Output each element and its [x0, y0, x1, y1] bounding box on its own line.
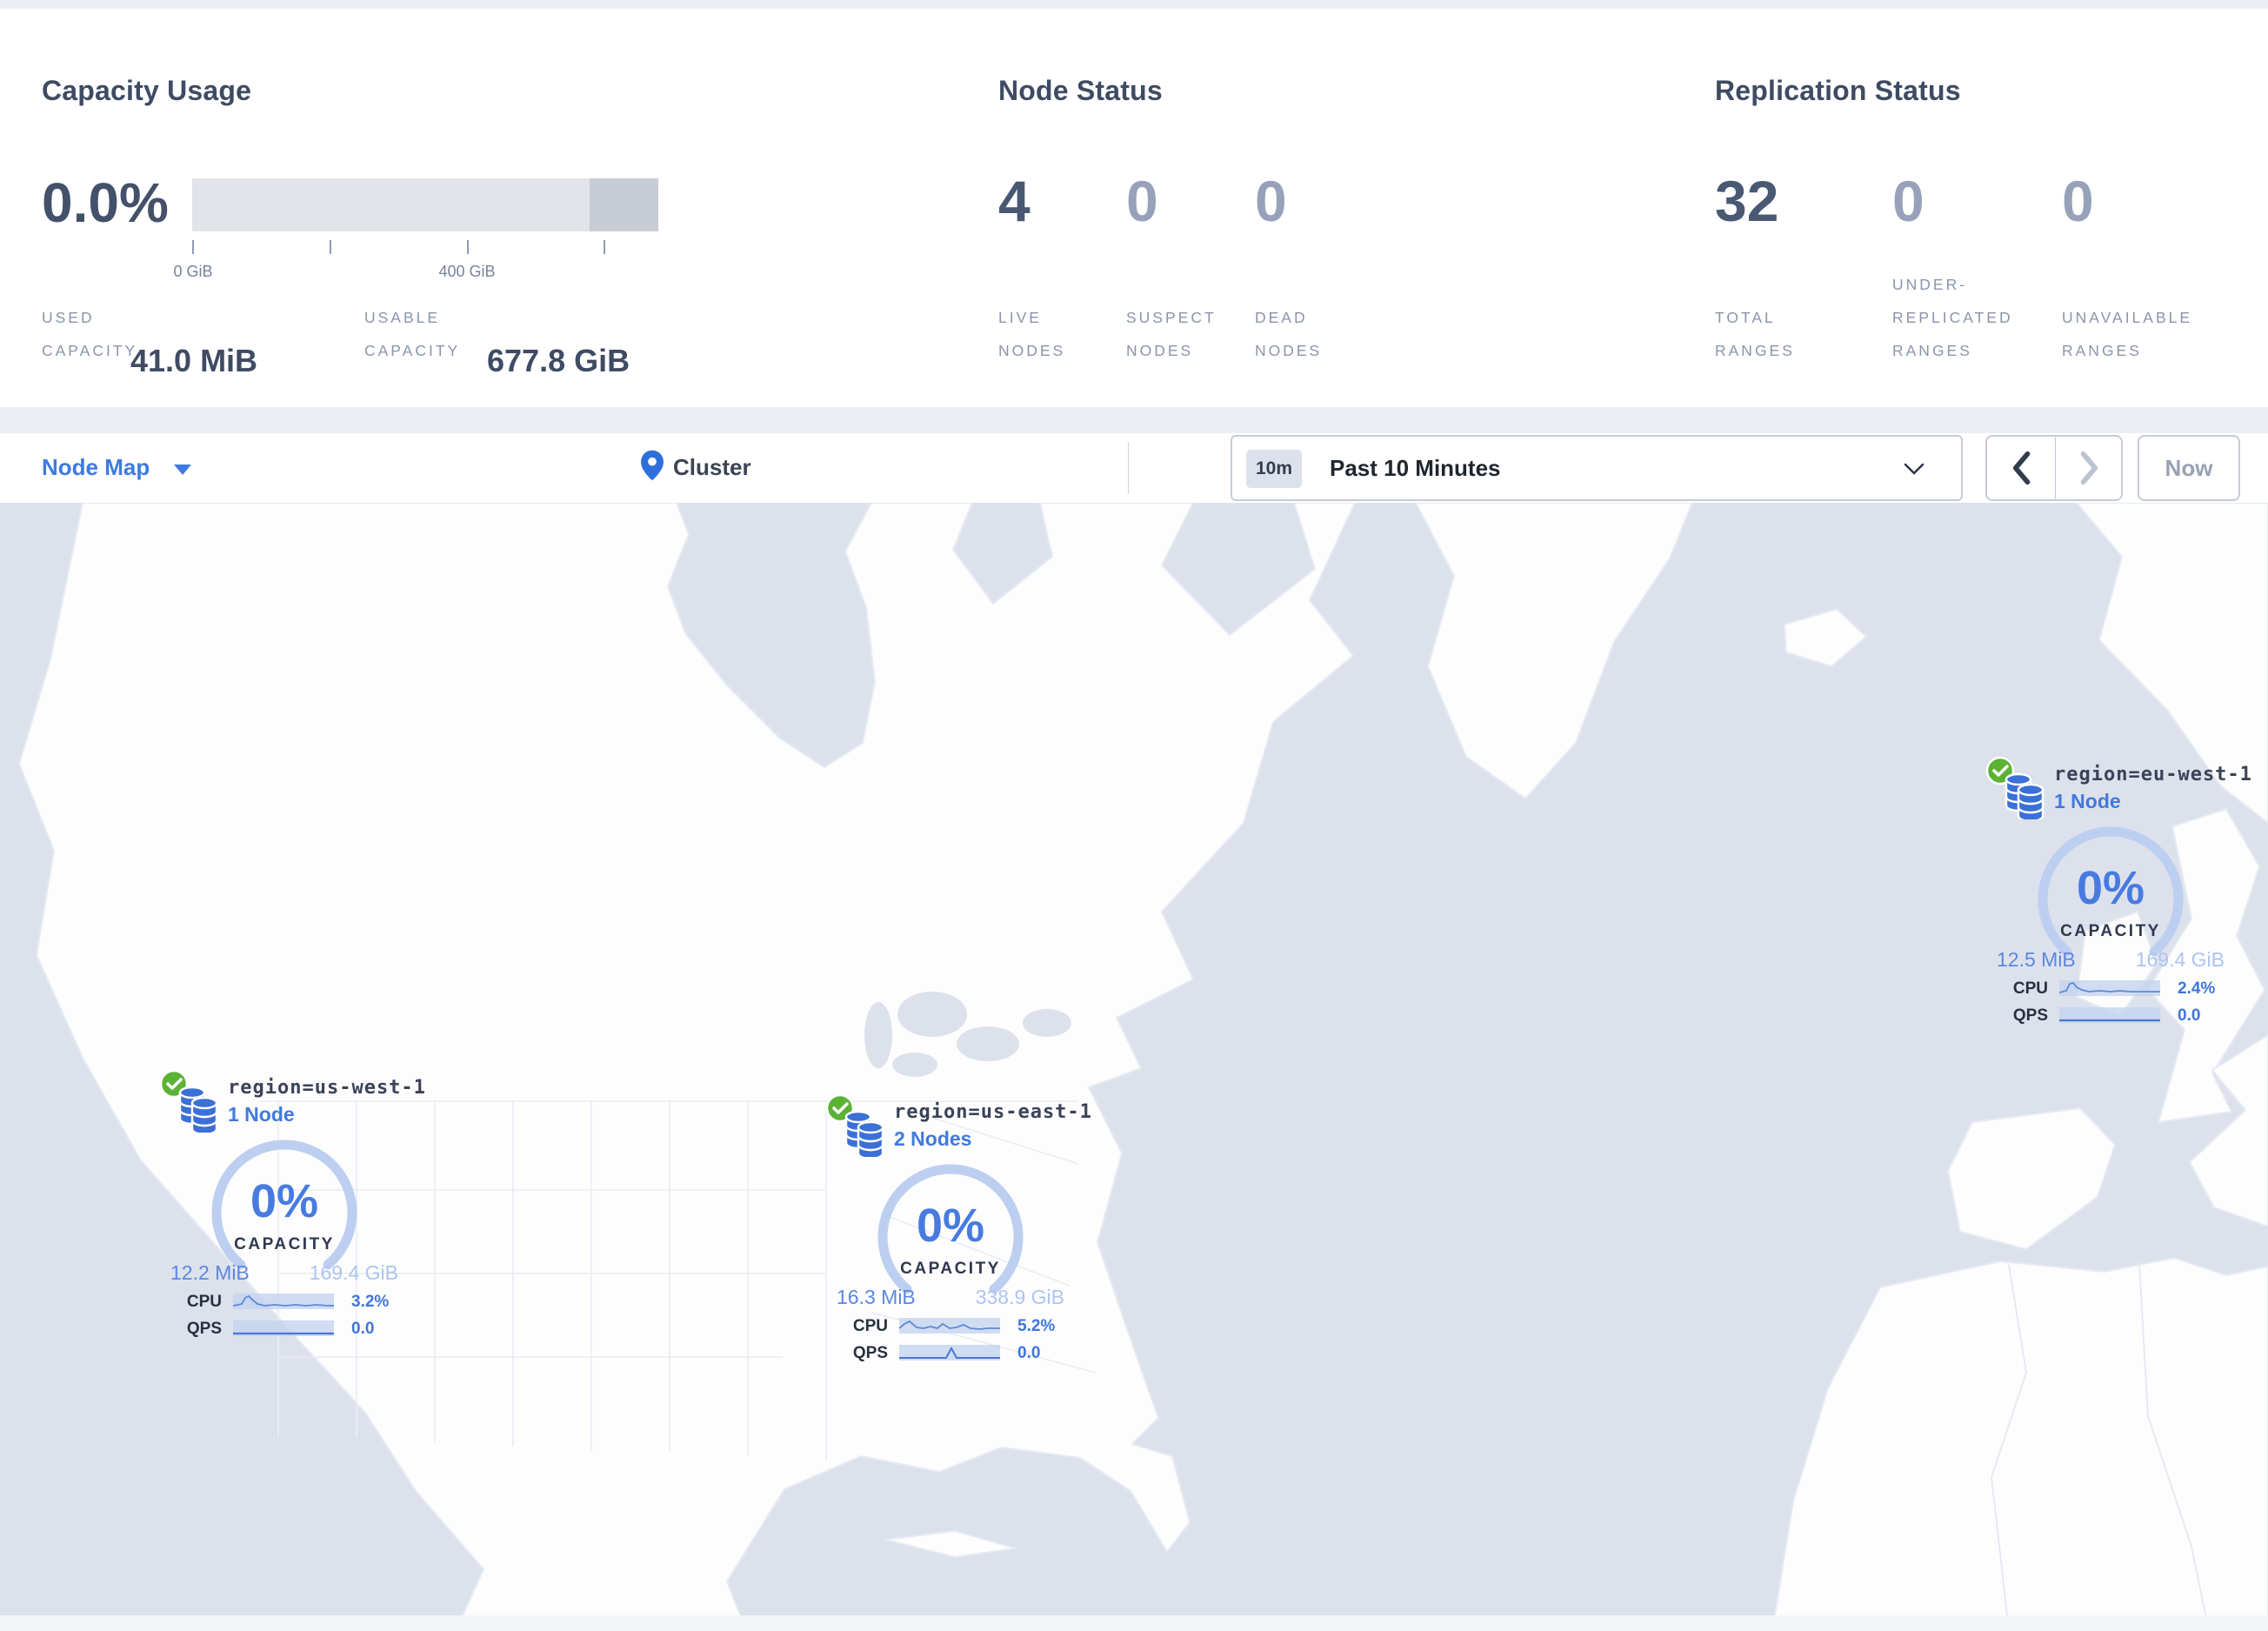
toolbar-divider	[1128, 442, 1129, 494]
cpu-sparkline	[233, 1293, 334, 1309]
landmass-north-africa	[1771, 1256, 2268, 1631]
capacity-axis-tick	[467, 240, 469, 254]
node-map-canvas[interactable]	[0, 503, 2268, 1631]
region-label: region=us-west-1	[228, 1077, 426, 1099]
landmass-greenland	[1414, 503, 1694, 800]
used-capacity-value: 16.3 MiB	[837, 1286, 916, 1308]
live-nodes-label: LIVE NODES	[998, 309, 1066, 359]
cpu-label: CPU	[852, 1317, 888, 1335]
used-capacity-value: 12.2 MiB	[170, 1261, 250, 1284]
map-toolbar: Node Map Cluster 10m Past 10 Minutes Now	[0, 433, 2268, 503]
capacity-label: CAPACITY	[900, 1260, 1001, 1278]
step-back-button[interactable]	[1987, 437, 2055, 499]
dead-nodes-label: DEAD NODES	[1255, 309, 1323, 359]
qps-label: QPS	[2012, 1006, 2048, 1025]
time-range-dropdown[interactable]: 10m Past 10 Minutes	[1231, 435, 1963, 501]
chevron-left-icon	[2012, 451, 2031, 485]
capacity-axis-label-400: 400 GiB	[438, 263, 496, 280]
node-status-title: Node Status	[998, 75, 1163, 106]
under-replicated-ranges-label: UNDER- REPLICATED RANGES	[1892, 276, 2013, 359]
region-marker-us-west-1[interactable]: region=us-west-1 1 Node 0% CAPACITY 12.2…	[158, 1068, 425, 1347]
cpu-value: 3.2%	[351, 1293, 390, 1311]
used-capacity-value: 12.5 MiB	[1997, 948, 2076, 971]
qps-sparkline	[233, 1320, 334, 1336]
chevron-right-icon	[2080, 451, 2098, 485]
qps-label: QPS	[186, 1320, 222, 1338]
qps-sparkline	[2059, 1007, 2160, 1023]
view-selector-dropdown[interactable]: Node Map	[42, 454, 150, 481]
capacity-percent: 0%	[2076, 862, 2145, 914]
database-stack-icon	[178, 1086, 218, 1133]
node-count-link[interactable]: 1 Node	[228, 1103, 295, 1126]
landmass-north-america	[17, 503, 1357, 1631]
capacity-axis-tick	[330, 240, 331, 254]
capacity-label: CAPACITY	[2060, 922, 2161, 940]
chevron-down-icon	[174, 465, 191, 475]
cluster-overview-page: Capacity Usage 0.0% 0 GiB 400 GiB USED C…	[0, 0, 2268, 1631]
capacity-percent: 0%	[916, 1200, 985, 1252]
usable-capacity-label: USABLE CAPACITY	[364, 309, 461, 359]
capacity-bar-dark-segment	[590, 178, 658, 231]
breadcrumb-label: Cluster	[673, 454, 751, 480]
live-nodes-count: 4	[998, 169, 1031, 233]
cpu-sparkline	[2059, 980, 2160, 996]
suspect-nodes-label: SUSPECT NODES	[1126, 309, 1217, 359]
database-stack-icon	[2005, 772, 2045, 819]
time-step-buttons	[1985, 435, 2123, 501]
dead-nodes-count: 0	[1255, 169, 1287, 233]
suspect-nodes-count: 0	[1126, 169, 1158, 233]
world-map	[0, 503, 2268, 1631]
region-marker-eu-west-1[interactable]: region=eu-west-1 1 Node 0% CAPACITY 12.5…	[1984, 755, 2251, 1033]
total-ranges-count: 32	[1715, 169, 1779, 233]
capacity-label: CAPACITY	[234, 1235, 335, 1253]
usable-capacity-value: 338.9 GiB	[975, 1286, 1064, 1308]
usable-capacity-value: 169.4 GiB	[2135, 948, 2225, 971]
used-capacity-value: 41.0 MiB	[130, 343, 258, 378]
usable-capacity-value: 169.4 GiB	[309, 1261, 398, 1284]
cluster-summary-panel: Capacity Usage 0.0% 0 GiB 400 GiB USED C…	[0, 9, 2268, 407]
used-capacity-label: USED CAPACITY	[42, 309, 138, 359]
capacity-axis-tick	[192, 240, 194, 254]
cpu-label: CPU	[2012, 979, 2048, 998]
capacity-axis-label-0: 0 GiB	[173, 263, 213, 280]
unavailable-ranges-count: 0	[2062, 169, 2094, 233]
now-button[interactable]: Now	[2138, 435, 2240, 501]
cpu-value: 2.4%	[2178, 979, 2216, 998]
region-label: region=eu-west-1	[2054, 764, 2252, 785]
capacity-used-percent: 0.0%	[42, 171, 169, 234]
capacity-bar	[192, 178, 658, 231]
database-stack-icon	[844, 1110, 884, 1157]
landmass-iceland	[1783, 607, 1868, 668]
unavailable-ranges-label: UNAVAILABLE RANGES	[2062, 309, 2193, 359]
node-count-link[interactable]: 2 Nodes	[894, 1127, 971, 1151]
qps-value: 0.0	[351, 1320, 375, 1338]
cpu-label: CPU	[186, 1293, 222, 1311]
region-label: region=us-east-1	[894, 1101, 1092, 1123]
node-count-link[interactable]: 1 Node	[2054, 790, 2121, 813]
map-bottom-strip	[0, 1615, 2268, 1631]
step-forward-button[interactable]	[2056, 437, 2124, 499]
qps-value: 0.0	[1017, 1344, 1041, 1362]
usable-capacity-value: 677.8 GiB	[487, 343, 630, 378]
replication-status-title: Replication Status	[1715, 75, 1961, 106]
chevron-down-icon	[1904, 463, 1924, 475]
landmass-iberia	[1946, 1106, 2117, 1251]
qps-value: 0.0	[2178, 1006, 2201, 1025]
time-range-label: Past 10 Minutes	[1330, 455, 1501, 481]
region-marker-us-east-1[interactable]: region=us-east-1 2 Nodes 0% CAPACITY 16.…	[824, 1093, 1091, 1371]
capacity-percent: 0%	[250, 1175, 319, 1227]
breadcrumb[interactable]: Cluster	[640, 449, 751, 487]
landmass-cuba	[884, 1529, 1017, 1559]
time-range-badge: 10m	[1246, 450, 1302, 488]
capacity-axis-tick	[604, 240, 605, 254]
location-pin-icon	[641, 450, 664, 481]
total-ranges-label: TOTAL RANGES	[1715, 309, 1795, 359]
cpu-value: 5.2%	[1017, 1317, 1056, 1335]
qps-label: QPS	[852, 1344, 888, 1362]
capacity-usage-title: Capacity Usage	[42, 75, 252, 106]
under-replicated-ranges-count: 0	[1892, 169, 1924, 233]
qps-sparkline	[899, 1345, 1000, 1360]
cpu-sparkline	[899, 1318, 1000, 1334]
